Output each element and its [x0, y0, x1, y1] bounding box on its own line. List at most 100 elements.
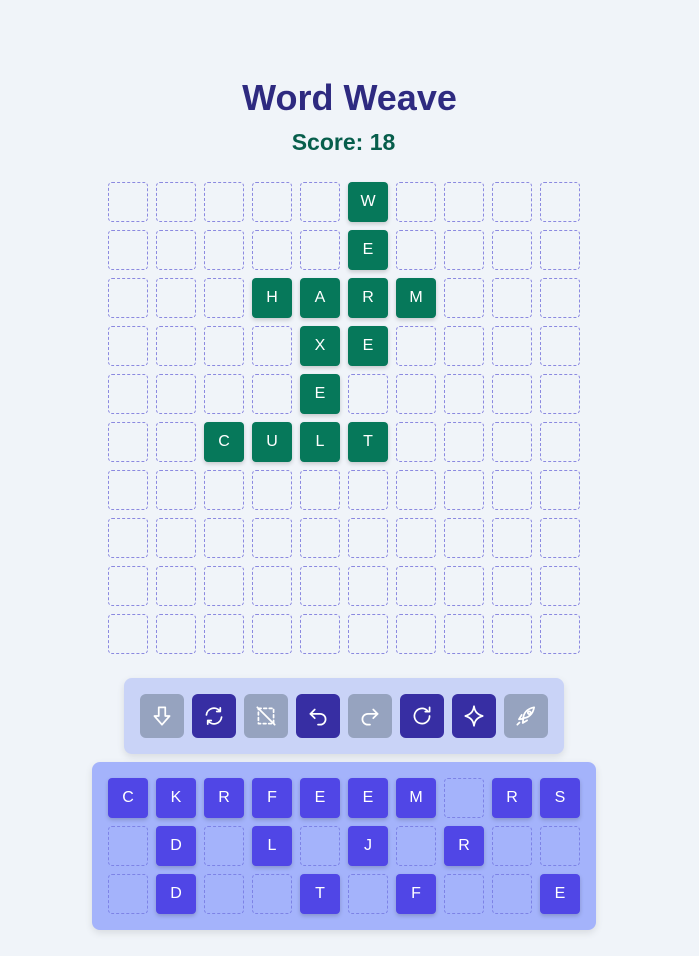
rack-slot[interactable] [300, 826, 340, 866]
rack-tile[interactable]: J [348, 826, 388, 866]
rack-slot[interactable] [444, 874, 484, 914]
board-cell[interactable] [396, 614, 436, 654]
rack-tile[interactable]: R [204, 778, 244, 818]
board-cell[interactable] [540, 614, 580, 654]
board-cell[interactable] [444, 326, 484, 366]
board-cell[interactable] [252, 326, 292, 366]
board-cell[interactable] [300, 230, 340, 270]
board-cell[interactable] [252, 182, 292, 222]
board-cell[interactable] [348, 470, 388, 510]
board-cell[interactable] [108, 422, 148, 462]
rack-tile[interactable]: E [540, 874, 580, 914]
clear-selection-button[interactable] [244, 694, 288, 738]
rack-tile[interactable]: S [540, 778, 580, 818]
board-cell[interactable] [156, 374, 196, 414]
board-cell[interactable] [348, 566, 388, 606]
board-cell[interactable] [108, 518, 148, 558]
board-cell[interactable] [204, 230, 244, 270]
board-cell[interactable] [444, 278, 484, 318]
board-cell[interactable] [492, 230, 532, 270]
board-cell[interactable] [444, 374, 484, 414]
board-cell[interactable] [108, 470, 148, 510]
board-cell[interactable] [108, 614, 148, 654]
board-tile[interactable]: R [348, 278, 388, 318]
rack-tile[interactable]: K [156, 778, 196, 818]
board-cell[interactable] [108, 566, 148, 606]
board-cell[interactable] [396, 230, 436, 270]
board-cell[interactable] [204, 614, 244, 654]
board-cell[interactable] [396, 182, 436, 222]
board-cell[interactable] [444, 470, 484, 510]
board-cell[interactable] [252, 518, 292, 558]
board-cell[interactable] [252, 230, 292, 270]
board-cell[interactable] [156, 422, 196, 462]
board-cell[interactable] [492, 422, 532, 462]
board-cell[interactable] [300, 518, 340, 558]
board-cell[interactable] [156, 470, 196, 510]
board-cell[interactable] [204, 374, 244, 414]
rack-tile[interactable]: L [252, 826, 292, 866]
board-cell[interactable] [540, 278, 580, 318]
board-tile[interactable]: U [252, 422, 292, 462]
rocket-button[interactable] [504, 694, 548, 738]
board-cell[interactable] [444, 518, 484, 558]
board-cell[interactable] [156, 278, 196, 318]
board-cell[interactable] [444, 230, 484, 270]
board-cell[interactable] [300, 566, 340, 606]
board-cell[interactable] [492, 470, 532, 510]
rack-tile[interactable]: T [300, 874, 340, 914]
rack-slot[interactable] [108, 874, 148, 914]
board-cell[interactable] [396, 470, 436, 510]
board-cell[interactable] [396, 422, 436, 462]
board-cell[interactable] [252, 470, 292, 510]
board-tile[interactable]: E [348, 326, 388, 366]
board-cell[interactable] [348, 614, 388, 654]
board-cell[interactable] [252, 374, 292, 414]
board-tile[interactable]: M [396, 278, 436, 318]
hint-sparkle-button[interactable] [452, 694, 496, 738]
board-tile[interactable]: X [300, 326, 340, 366]
board-cell[interactable] [444, 614, 484, 654]
rack-slot[interactable] [492, 826, 532, 866]
board-cell[interactable] [348, 518, 388, 558]
board-cell[interactable] [204, 470, 244, 510]
board-cell[interactable] [444, 182, 484, 222]
board-tile[interactable]: T [348, 422, 388, 462]
board-cell[interactable] [444, 566, 484, 606]
board-cell[interactable] [396, 374, 436, 414]
board-tile[interactable]: A [300, 278, 340, 318]
board-cell[interactable] [492, 566, 532, 606]
board-cell[interactable] [300, 182, 340, 222]
rack-tile[interactable]: M [396, 778, 436, 818]
rack-slot[interactable] [348, 874, 388, 914]
board-cell[interactable] [252, 614, 292, 654]
rack-tile[interactable]: D [156, 826, 196, 866]
board-cell[interactable] [396, 518, 436, 558]
board-cell[interactable] [540, 230, 580, 270]
board-cell[interactable] [300, 614, 340, 654]
rack-tile[interactable]: D [156, 874, 196, 914]
board-cell[interactable] [108, 182, 148, 222]
board-cell[interactable] [396, 566, 436, 606]
shuffle-button[interactable] [192, 694, 236, 738]
board-tile[interactable]: H [252, 278, 292, 318]
board-tile[interactable]: C [204, 422, 244, 462]
board-cell[interactable] [156, 614, 196, 654]
board-tile[interactable]: W [348, 182, 388, 222]
board-cell[interactable] [108, 230, 148, 270]
board-cell[interactable] [540, 518, 580, 558]
rack-slot[interactable] [204, 874, 244, 914]
board-cell[interactable] [396, 326, 436, 366]
rack-slot[interactable] [396, 826, 436, 866]
board-cell[interactable] [156, 518, 196, 558]
board-cell[interactable] [540, 326, 580, 366]
board-cell[interactable] [444, 422, 484, 462]
rack-tile[interactable]: E [300, 778, 340, 818]
board-cell[interactable] [156, 182, 196, 222]
rack-slot[interactable] [540, 826, 580, 866]
rack-tile[interactable]: R [444, 826, 484, 866]
board-cell[interactable] [108, 326, 148, 366]
board-cell[interactable] [252, 566, 292, 606]
board-tile[interactable]: E [348, 230, 388, 270]
board-tile[interactable]: L [300, 422, 340, 462]
